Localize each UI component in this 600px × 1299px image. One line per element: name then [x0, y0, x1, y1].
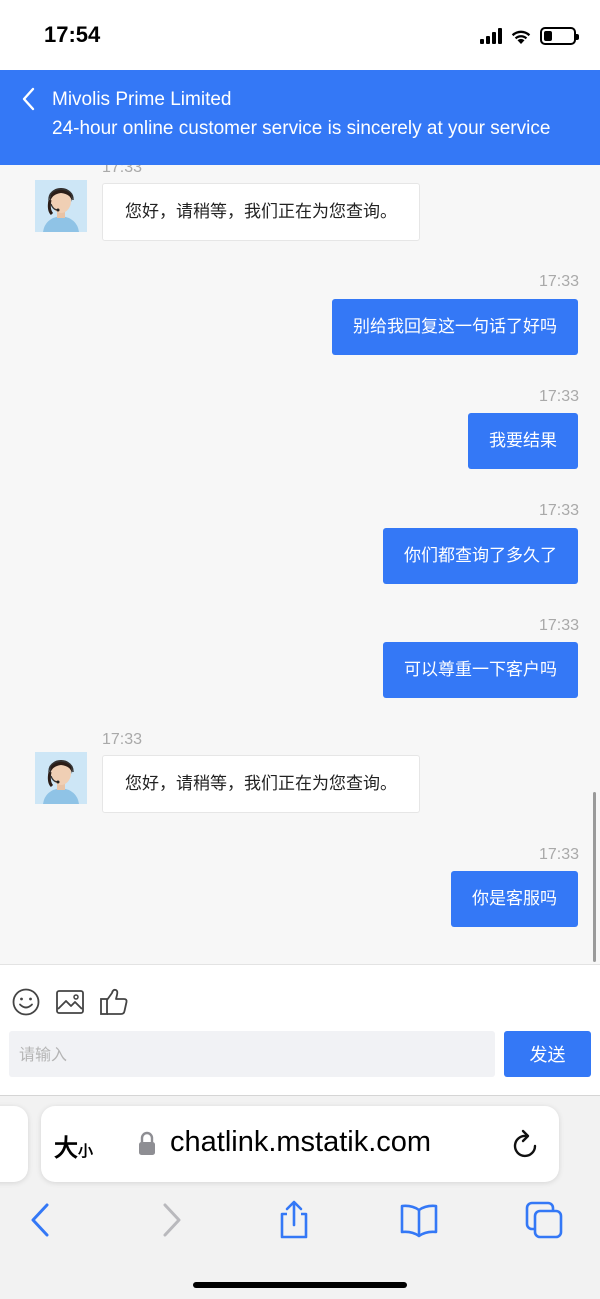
message-timestamp: 17:33 [538, 502, 579, 519]
address-bar[interactable]: 大小 chatlink.mstatik.com [41, 1106, 559, 1182]
emoji-icon[interactable] [11, 987, 41, 1017]
message-bubble-incoming: 您好，请稍等，我们正在为您查询。 [102, 755, 420, 813]
previous-tab-card[interactable] [0, 1106, 28, 1182]
home-indicator [193, 1282, 407, 1288]
message-bubble-incoming: 您好，请稍等，我们正在为您查询。 [102, 183, 420, 241]
text-size-small-label: 小 [78, 1142, 94, 1160]
text-size-big-label: 大 [54, 1134, 78, 1162]
service-tagline: 24-hour online customer service is since… [52, 118, 551, 139]
message-timestamp: 17:33 [538, 617, 579, 634]
status-icons [480, 24, 579, 48]
message-bubble-outgoing: 别给我回复这一句话了好吗 [332, 299, 578, 355]
agent-avatar [35, 180, 87, 232]
scrollbar[interactable] [593, 792, 596, 962]
back-chevron-icon[interactable] [18, 86, 40, 112]
thumbs-up-icon[interactable] [99, 987, 129, 1017]
send-button[interactable]: 发送 [504, 1031, 591, 1077]
share-icon[interactable] [274, 1200, 314, 1240]
status-time: 17:54 [44, 22, 101, 47]
message-bubble-outgoing: 你是客服吗 [451, 871, 578, 927]
browser-toolbar: 大小 chatlink.mstatik.com [0, 1095, 600, 1299]
message-bubble-outgoing: 我要结果 [468, 413, 578, 469]
url-text: chatlink.mstatik.com [170, 1126, 432, 1158]
wifi-icon [511, 30, 531, 44]
text-size-button[interactable]: 大小 [54, 1128, 93, 1163]
lock-icon [139, 1131, 155, 1155]
message-timestamp: 17:33 [538, 273, 579, 290]
message-timestamp: 17:33 [538, 846, 579, 863]
battery-icon [540, 27, 579, 45]
tabs-icon[interactable] [524, 1200, 564, 1240]
input-panel: 发送 [0, 964, 600, 1095]
bookmarks-icon[interactable] [399, 1200, 439, 1240]
message-bubble-outgoing: 可以尊重一下客户吗 [383, 642, 578, 698]
reload-icon[interactable] [511, 1128, 541, 1160]
message-timestamp: 17:33 [102, 731, 143, 748]
company-name: Mivolis Prime Limited [52, 89, 232, 110]
message-input[interactable] [9, 1031, 495, 1077]
chat-area[interactable]: 17:33 您好，请稍等，我们正在为您查询。 17:33 别给我回复这一句话了好… [0, 165, 600, 965]
image-icon[interactable] [55, 987, 85, 1017]
back-icon[interactable] [21, 1200, 61, 1240]
cellular-signal-icon [480, 28, 502, 44]
status-bar: 17:54 [0, 0, 600, 70]
message-bubble-outgoing: 你们都查询了多久了 [383, 528, 578, 584]
message-timestamp: 17:33 [102, 165, 143, 176]
forward-icon[interactable] [151, 1200, 191, 1240]
chat-header: Mivolis Prime Limited 24-hour online cus… [0, 70, 600, 165]
agent-avatar [35, 752, 87, 804]
message-timestamp: 17:33 [538, 388, 579, 405]
